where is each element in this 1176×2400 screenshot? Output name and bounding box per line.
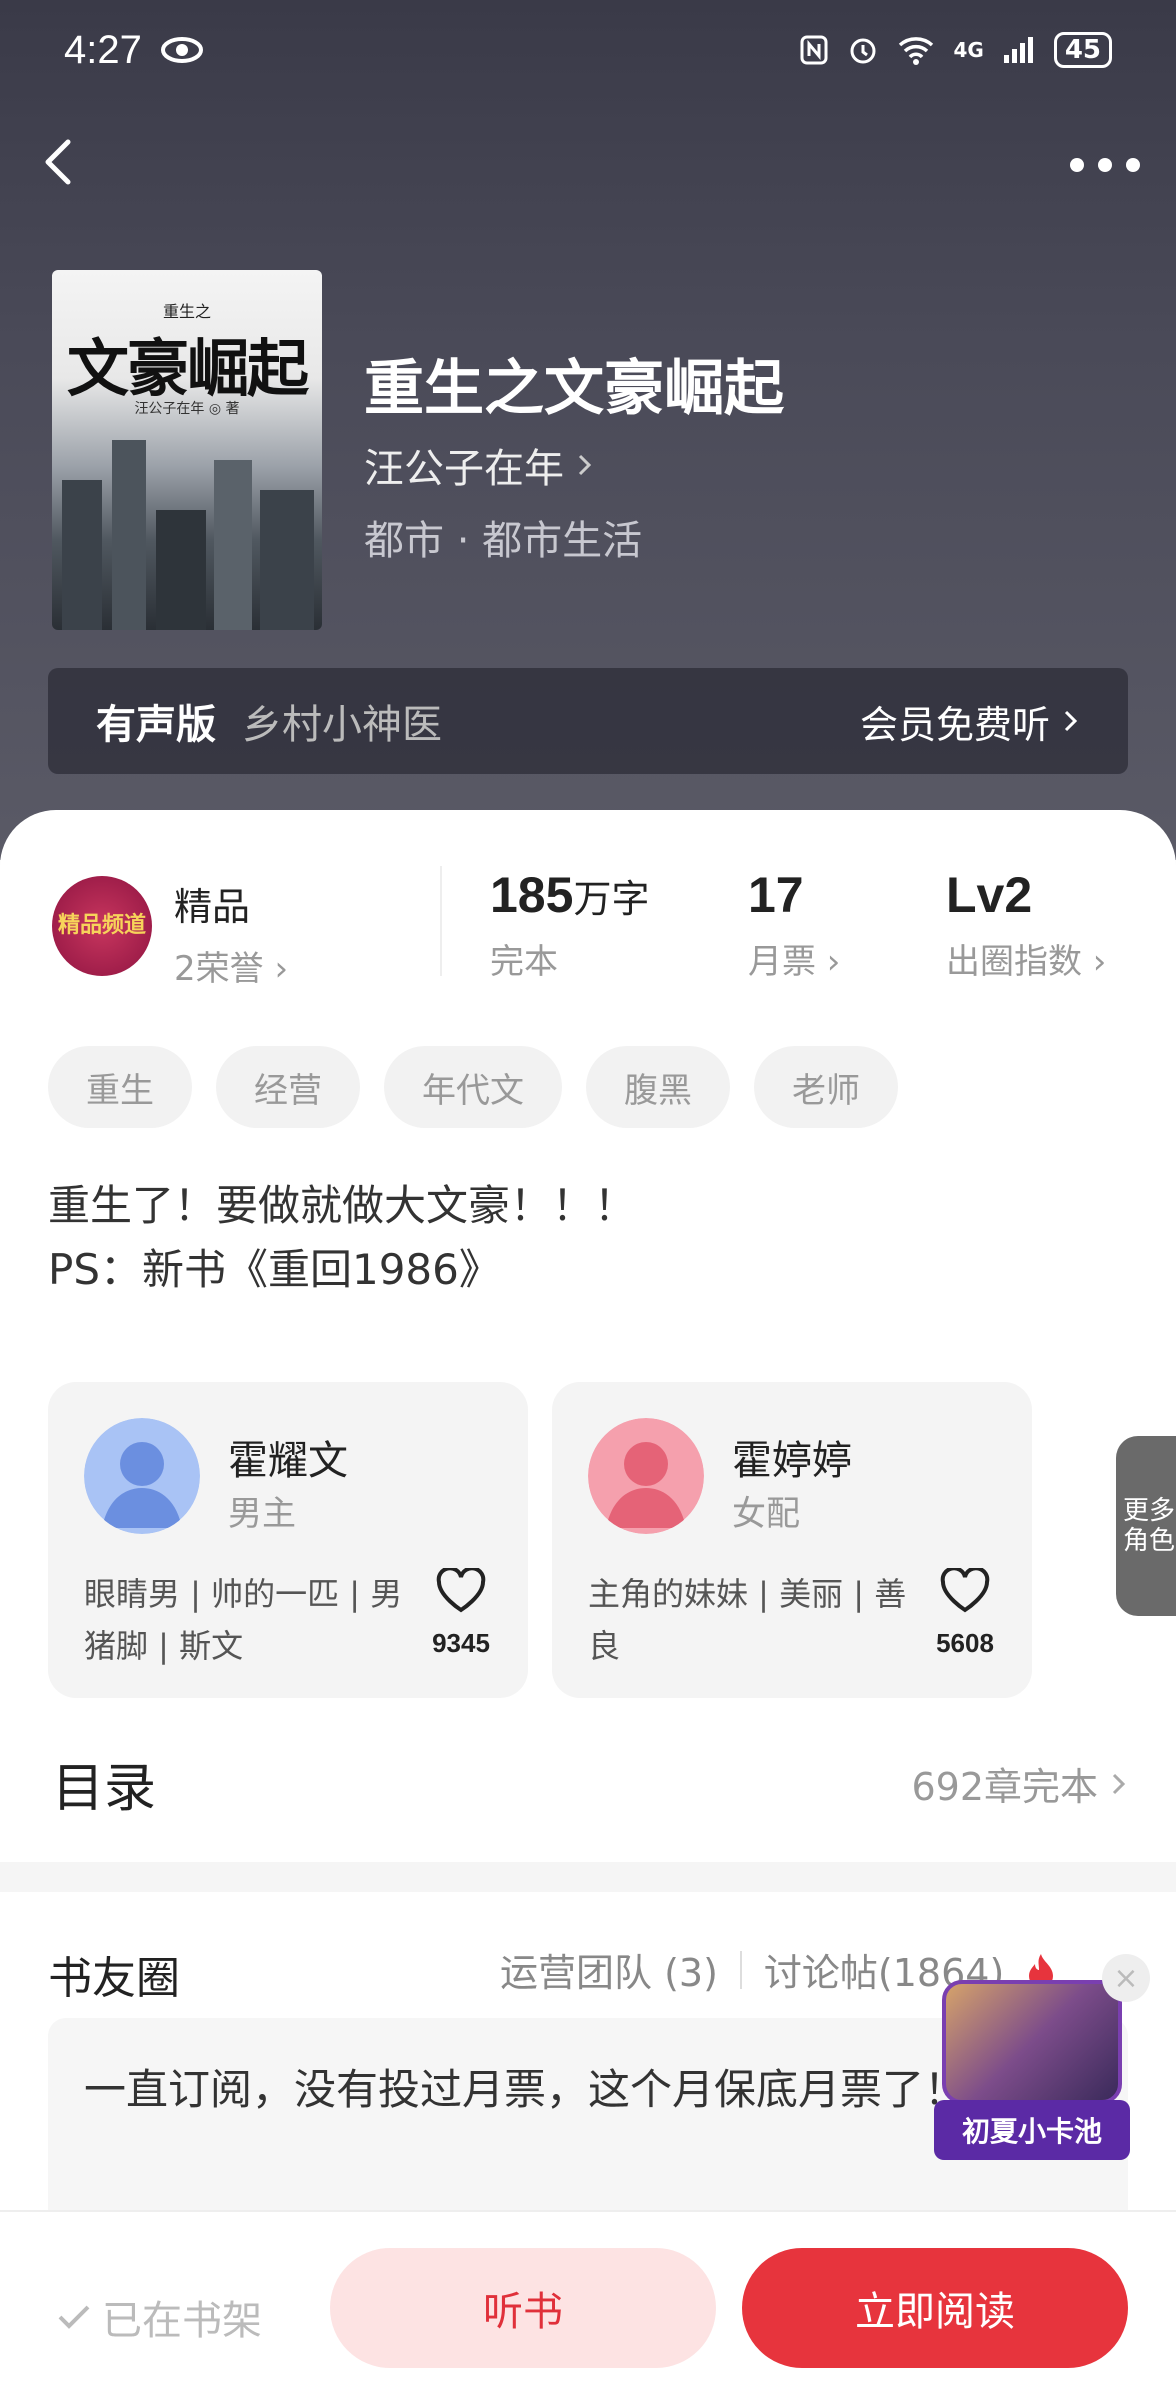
audio-cta-label: 会员免费听: [859, 702, 1050, 747]
table-of-contents-row[interactable]: 目录 692章完本: [52, 1746, 1128, 1821]
divider: [739, 1950, 742, 1989]
audio-version-bar[interactable]: 有声版 乡村小神医 会员免费听: [48, 668, 1128, 774]
tag-list: 重生 经营 年代文 腹黑 老师: [48, 1046, 898, 1128]
heart-icon: [940, 1566, 990, 1613]
honor-title: 精品: [174, 885, 251, 929]
chevron-right-icon: [1112, 1773, 1126, 1794]
heart-icon: [436, 1566, 486, 1613]
character-card[interactable]: 霍婷婷 女配 主角的妹妹 | 美丽 | 善良 5608: [552, 1382, 1032, 1698]
nfc-icon: [800, 35, 828, 65]
chevron-right-icon: [578, 454, 592, 476]
description-line: PS：新书《重回1986》: [48, 1245, 501, 1294]
tag-chip[interactable]: 经营: [216, 1046, 360, 1128]
cover-title: 文豪崛起: [66, 332, 309, 405]
word-count-unit: 万字: [573, 879, 650, 921]
signal-icon: [1003, 37, 1033, 63]
cover-building: [62, 480, 102, 630]
description-line: 重生了！要做就做大文豪！！！: [48, 1181, 637, 1230]
book-cover[interactable]: 重生之 文豪崛起 汪公子在年 ◎ 著: [52, 270, 322, 630]
character-card[interactable]: 霍耀文 男主 眼睛男 | 帅的一匹 | 男猪脚 | 斯文 9345: [48, 1382, 528, 1698]
book-title: 重生之文豪崛起: [364, 354, 784, 424]
book-detail-card: 精品频道 精品 2荣誉 › 185万字 完本 17 月票 › Lv2 出圈指数 …: [0, 810, 1176, 1862]
dot-icon: [1126, 158, 1140, 172]
tag-chip[interactable]: 年代文: [384, 1046, 562, 1128]
monthly-ticket-label: 月票 ›: [748, 942, 841, 982]
promo-label: 初夏小卡池: [934, 2100, 1130, 2160]
tag-chip[interactable]: 重生: [48, 1046, 192, 1128]
like-count: 5608: [936, 1628, 994, 1658]
character-traits: 主角的妹妹 | 美丽 | 善良: [588, 1575, 907, 1665]
book-header: 4:27 4G 45 重生之 文豪崛起 汪公子在年 ◎ 著 重生之文豪崛起 汪公…: [0, 0, 1176, 860]
status-bar: 4:27 4G 45: [64, 22, 1112, 78]
book-description[interactable]: 重生了！要做就做大文豪！！！ PS：新书《重回1986》: [48, 1174, 636, 1302]
character-avatar: [84, 1418, 200, 1534]
stats-row: 精品频道 精品 2荣誉 › 185万字 完本 17 月票 › Lv2 出圈指数 …: [0, 810, 1176, 1010]
cover-building: [112, 440, 146, 630]
chevron-left-icon: [45, 139, 71, 185]
check-icon: [58, 2305, 90, 2329]
popularity-index-stat[interactable]: Lv2 出圈指数 ›: [946, 866, 1106, 983]
ops-team-link[interactable]: 运营团队 (3): [500, 1942, 718, 1997]
dot-icon: [1098, 158, 1112, 172]
more-characters-tab[interactable]: 更多角色: [1116, 1436, 1176, 1616]
card-pool-promo[interactable]: 初夏小卡池: [934, 1980, 1130, 2160]
tag-chip[interactable]: 老师: [754, 1046, 898, 1128]
honor-count: 2荣誉 ›: [174, 949, 289, 989]
character-name: 霍耀文: [228, 1438, 348, 1484]
book-genre[interactable]: 都市 · 都市生活: [364, 508, 642, 566]
author-name: 汪公子在年: [364, 446, 564, 492]
promo-characters-image: [942, 1980, 1122, 2104]
chevron-right-icon: [1064, 710, 1078, 732]
honor-block[interactable]: 精品 2荣誉 ›: [174, 876, 288, 990]
signal-label: 4G: [953, 38, 984, 62]
popularity-index-value: Lv2: [946, 867, 1033, 923]
wifi-icon: [899, 37, 934, 65]
on-shelf-indicator: 已在书架: [56, 2288, 262, 2346]
back-button[interactable]: [30, 132, 90, 192]
more-options-button[interactable]: [1070, 150, 1140, 180]
word-count-value: 185: [490, 867, 574, 923]
divider: [440, 866, 442, 976]
character-role: 女配: [732, 1494, 800, 1534]
premium-badge-icon[interactable]: 精品频道: [52, 876, 152, 976]
cover-author: 汪公子在年 ◎ 著: [134, 401, 240, 417]
author-link[interactable]: 汪公子在年: [364, 436, 594, 494]
tag-chip[interactable]: 腹黑: [586, 1046, 730, 1128]
popularity-index-label: 出圈指数 ›: [946, 942, 1107, 982]
word-count-label: 完本: [490, 942, 558, 982]
battery-icon: 45: [1053, 32, 1112, 68]
monthly-ticket-value: 17: [748, 867, 804, 923]
cover-building: [260, 490, 314, 630]
like-count: 9345: [432, 1628, 490, 1658]
word-count-stat: 185万字 完本: [490, 866, 649, 983]
eye-icon: [160, 37, 203, 63]
like-button[interactable]: 9345: [426, 1566, 496, 1659]
circle-title: 书友圈: [48, 1953, 180, 2004]
character-name: 霍婷婷: [732, 1438, 852, 1484]
cover-building: [214, 460, 252, 630]
alarm-icon: [850, 38, 876, 64]
toc-title: 目录: [52, 1759, 157, 1819]
audio-cta[interactable]: 会员免费听: [860, 694, 1080, 749]
listen-button[interactable]: 听书: [330, 2248, 716, 2368]
like-button[interactable]: 5608: [930, 1566, 1000, 1659]
audio-book-name: 乡村小神医: [242, 702, 442, 748]
audio-label: 有声版: [96, 702, 216, 748]
close-icon[interactable]: ×: [1102, 1954, 1150, 2002]
monthly-ticket-stat[interactable]: 17 月票 ›: [748, 866, 840, 983]
cover-building: [156, 510, 206, 630]
character-avatar: [588, 1418, 704, 1534]
dot-icon: [1070, 158, 1084, 172]
character-traits: 眼睛男 | 帅的一匹 | 男猪脚 | 斯文: [84, 1575, 403, 1665]
bottom-action-bar: 已在书架 听书 立即阅读: [0, 2210, 1176, 2400]
status-time: 4:27: [64, 27, 142, 72]
toc-chapters: 692章完本: [911, 1756, 1128, 1811]
read-now-button[interactable]: 立即阅读: [742, 2248, 1128, 2368]
on-shelf-label: 已在书架: [102, 2298, 262, 2344]
character-role: 男主: [228, 1494, 296, 1534]
